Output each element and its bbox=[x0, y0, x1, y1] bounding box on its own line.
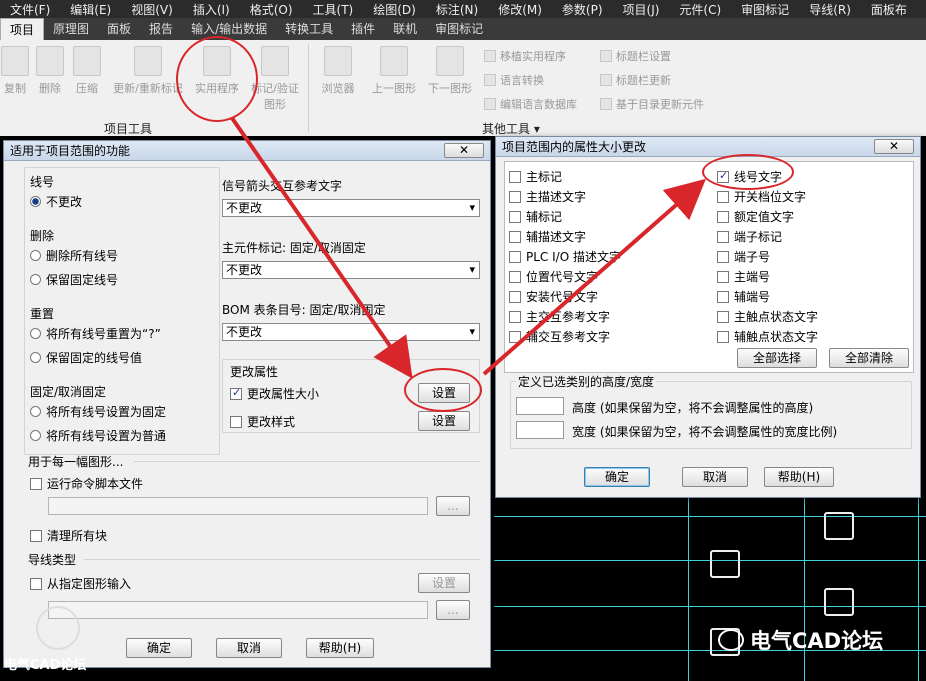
watermark-right: 电气CAD论坛 bbox=[718, 622, 926, 658]
wechat-icon bbox=[718, 629, 744, 651]
annotation-arrows bbox=[230, 116, 707, 379]
arrow-settings-to-wire-text bbox=[482, 178, 707, 376]
watermark-left: 电气CAD论坛 bbox=[4, 606, 114, 678]
watermark-right-text: 电气CAD论坛 bbox=[750, 629, 884, 653]
forum-logo-icon bbox=[36, 606, 80, 650]
arrow-utilities-to-settings bbox=[230, 116, 413, 379]
watermark-left-text: 电气CAD论坛 bbox=[4, 658, 87, 673]
